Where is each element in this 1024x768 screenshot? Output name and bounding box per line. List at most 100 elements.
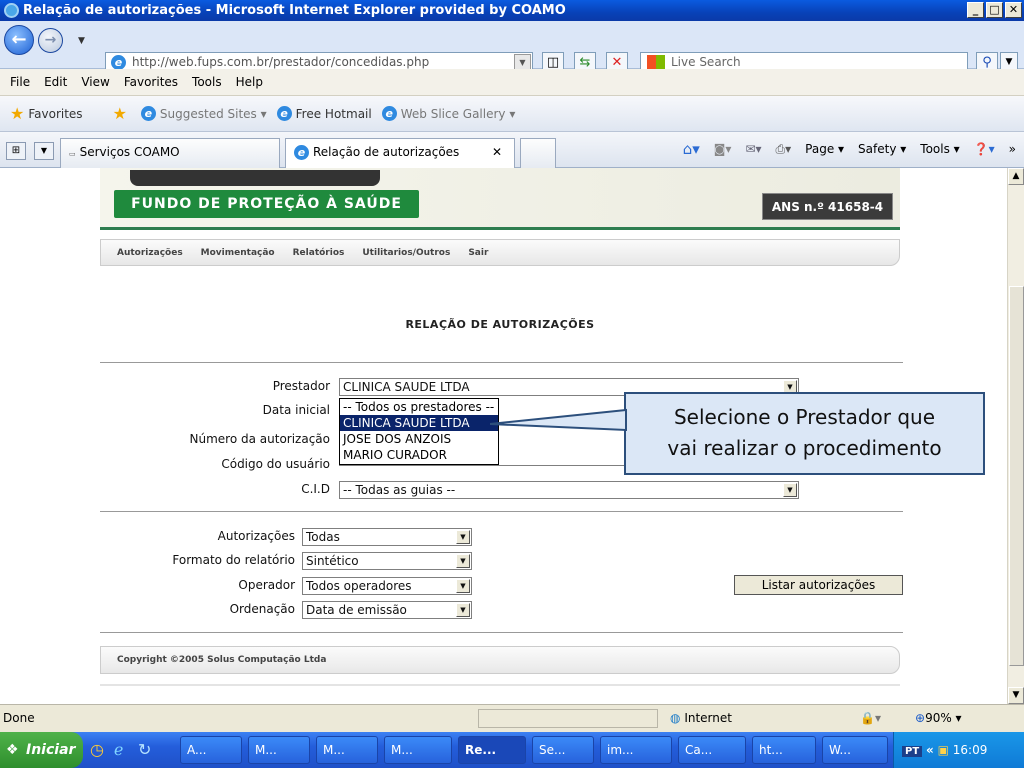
page-menu-sair[interactable]: Sair: [468, 248, 488, 258]
start-button[interactable]: ❖ Iniciar: [0, 732, 83, 768]
menu-favorites[interactable]: Favorites: [124, 75, 178, 89]
ie-page-icon: e: [294, 145, 309, 160]
scroll-thumb[interactable]: [1009, 286, 1024, 666]
zone-label: Internet: [684, 711, 732, 725]
ie-page-icon: e: [140, 106, 156, 121]
task-label: im...: [607, 743, 634, 757]
vertical-scrollbar[interactable]: ▲ ▼: [1007, 168, 1024, 704]
tab-servicos-coamo[interactable]: ▭ Serviços COAMO: [60, 138, 280, 168]
numero-autorizacao-label: Número da autorização: [189, 432, 330, 446]
chevron-down-icon[interactable]: ▼: [456, 554, 470, 568]
maximize-button[interactable]: □: [986, 2, 1003, 18]
ie-page-icon: e: [276, 106, 292, 121]
live-search-icon: [647, 55, 665, 70]
formato-select[interactable]: Sintético ▼: [302, 552, 472, 570]
menu-help[interactable]: Help: [236, 75, 263, 89]
operador-select[interactable]: Todos operadores ▼: [302, 577, 472, 595]
tab-list-icon[interactable]: ▼: [34, 142, 54, 160]
menu-bar: File Edit View Favorites Tools Help: [0, 69, 1024, 96]
quicklaunch-update-icon[interactable]: ↻: [138, 740, 151, 759]
forward-button[interactable]: →: [38, 28, 63, 53]
protected-mode-icon[interactable]: 🔒▾: [860, 711, 881, 725]
formato-value: Sintético: [306, 554, 359, 568]
cid-value: -- Todas as guias --: [343, 483, 456, 497]
dropdown-option-selected[interactable]: CLINICA SAUDE LTDA: [340, 415, 498, 431]
menu-tools[interactable]: Tools: [192, 75, 222, 89]
page-title: RELAÇÃO DE AUTORIZAÇÕES: [405, 318, 595, 331]
cid-select[interactable]: -- Todas as guias -- ▼: [339, 481, 799, 499]
page-menu-utilitarios[interactable]: Utilitarios/Outros: [362, 248, 450, 258]
home-icon[interactable]: ⌂▾: [683, 140, 700, 158]
language-icon[interactable]: PT: [902, 746, 923, 757]
task-label: M...: [323, 743, 345, 757]
scroll-up-icon[interactable]: ▲: [1008, 168, 1024, 185]
history-dropdown-icon[interactable]: ▼: [78, 36, 85, 46]
dropdown-option[interactable]: MARIO CURADOR: [340, 447, 498, 463]
menu-edit[interactable]: Edit: [44, 75, 67, 89]
favorites-button[interactable]: ★ Favorites: [10, 104, 83, 123]
chevron-left-icon[interactable]: «: [926, 743, 934, 757]
task-button-active[interactable]: Re...: [458, 736, 526, 764]
dropdown-option[interactable]: -- Todos os prestadores --: [340, 399, 498, 415]
operador-value: Todos operadores: [306, 579, 412, 593]
menu-file[interactable]: File: [10, 75, 30, 89]
quicklaunch-ie-icon[interactable]: ℯ: [114, 740, 123, 759]
task-label: Ca...: [685, 743, 713, 757]
add-favorite-icon[interactable]: ★: [113, 104, 131, 123]
chevron-more-icon[interactable]: »: [1009, 142, 1016, 156]
chevron-down-icon[interactable]: ▼: [783, 483, 797, 497]
quicklaunch-clock-icon[interactable]: ◷: [90, 740, 104, 759]
task-label: A...: [187, 743, 207, 757]
close-tab-icon[interactable]: ✕: [492, 139, 502, 165]
task-button[interactable]: Se...: [532, 736, 594, 764]
free-hotmail-link[interactable]: e Free Hotmail: [276, 106, 372, 121]
divider: [100, 632, 903, 633]
status-bar: Done ◍ Internet 🔒▾ ⊕90% ▾: [0, 704, 1024, 732]
task-button[interactable]: M...: [316, 736, 378, 764]
feeds-icon[interactable]: ◙▾: [714, 142, 732, 156]
web-slice-gallery-link[interactable]: e Web Slice Gallery ▾: [381, 106, 516, 121]
minimize-button[interactable]: _: [967, 2, 984, 18]
page-menu: Autorizações Movimentação Relatórios Uti…: [100, 239, 900, 266]
tools-menu[interactable]: Tools ▾: [920, 142, 959, 156]
prestador-label: Prestador: [272, 379, 330, 393]
chevron-down-icon[interactable]: ▼: [456, 579, 470, 593]
autorizacoes-select[interactable]: Todas ▼: [302, 528, 472, 546]
task-button[interactable]: A...: [180, 736, 242, 764]
task-button[interactable]: W...: [822, 736, 888, 764]
page-menu[interactable]: Page ▾: [805, 142, 844, 156]
back-button[interactable]: ←: [4, 25, 34, 55]
page-menu-autorizacoes[interactable]: Autorizações: [117, 248, 183, 258]
task-label: ht...: [759, 743, 783, 757]
page-menu-movimentacao[interactable]: Movimentação: [201, 248, 275, 258]
dropdown-option[interactable]: JOSE DOS ANZOIS: [340, 431, 498, 447]
listar-autorizacoes-button[interactable]: Listar autorizações: [734, 575, 903, 595]
close-button[interactable]: ✕: [1005, 2, 1022, 18]
mail-icon[interactable]: ✉▾: [745, 142, 761, 156]
web-slice-gallery-label: Web Slice Gallery ▾: [400, 106, 516, 121]
task-button[interactable]: ht...: [752, 736, 816, 764]
prestador-value: CLINICA SAUDE LTDA: [343, 380, 470, 394]
zoom-control[interactable]: ⊕90% ▾: [915, 711, 962, 725]
page-menu-relatorios[interactable]: Relatórios: [293, 248, 345, 258]
task-button[interactable]: Ca...: [678, 736, 746, 764]
menu-view[interactable]: View: [81, 75, 109, 89]
new-tab-button[interactable]: [520, 138, 556, 168]
safety-menu[interactable]: Safety ▾: [858, 142, 906, 156]
scroll-down-icon[interactable]: ▼: [1008, 687, 1024, 704]
autorizacoes-label: Autorizações: [217, 529, 295, 543]
print-icon[interactable]: ⎙▾: [776, 142, 792, 157]
task-button[interactable]: M...: [384, 736, 452, 764]
tray-app-icon[interactable]: ▣: [938, 743, 949, 757]
suggested-sites-link[interactable]: e Suggested Sites ▾: [140, 106, 267, 121]
task-button[interactable]: M...: [248, 736, 310, 764]
chevron-down-icon[interactable]: ▼: [456, 603, 470, 617]
page-content: FUNDO DE PROTEÇÃO À SAÚDE ANS n.º 41658-…: [0, 168, 1007, 704]
tab-relacao-autorizacoes[interactable]: e Relação de autorizações ✕: [285, 138, 515, 168]
prestador-dropdown-list[interactable]: -- Todos os prestadores -- CLINICA SAUDE…: [339, 398, 499, 465]
help-icon[interactable]: ❓▾: [974, 142, 995, 156]
ordenacao-select[interactable]: Data de emissão ▼: [302, 601, 472, 619]
quick-tabs-icon[interactable]: ⊞: [6, 142, 26, 160]
task-button[interactable]: im...: [600, 736, 672, 764]
chevron-down-icon[interactable]: ▼: [456, 530, 470, 544]
